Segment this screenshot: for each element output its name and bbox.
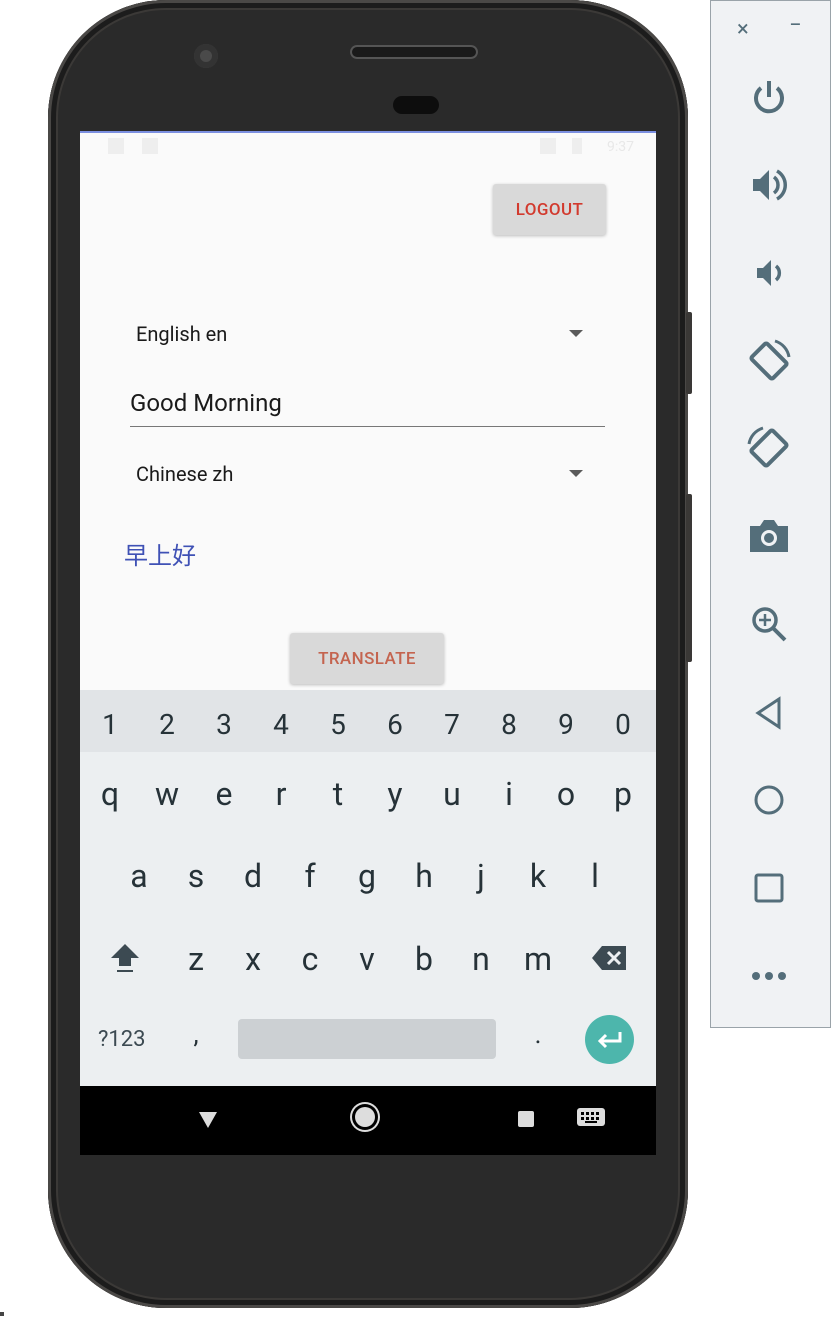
keyboard-icon: [581, 1112, 599, 1123]
comma-key[interactable]: ,: [176, 1020, 216, 1050]
key-m[interactable]: m: [518, 940, 558, 978]
key-2[interactable]: 2: [147, 708, 187, 741]
key-a[interactable]: a: [119, 857, 159, 895]
overview-icon[interactable]: [743, 862, 795, 914]
source-language-label: English en: [136, 322, 228, 346]
keyboard-switch-icon[interactable]: [577, 1108, 605, 1126]
enter-icon: [597, 1031, 621, 1048]
key-t[interactable]: t: [318, 775, 358, 813]
shift-key[interactable]: [105, 940, 145, 982]
key-u[interactable]: u: [432, 775, 472, 813]
volume-side-button: [686, 494, 692, 662]
key-5[interactable]: 5: [318, 708, 358, 741]
power-icon[interactable]: [743, 72, 795, 124]
target-language-label: Chinese zh: [136, 462, 234, 486]
key-e[interactable]: e: [204, 775, 244, 813]
sd-card-status-icon: [142, 138, 158, 154]
key-d[interactable]: d: [233, 857, 273, 895]
key-6[interactable]: 6: [375, 708, 415, 741]
soft-keyboard: 1 2 3 4 5 6 7 8 9 0 q w e r t y u i o p …: [80, 690, 656, 1086]
key-n[interactable]: n: [461, 940, 501, 978]
nav-home-icon[interactable]: [355, 1107, 375, 1127]
emulator-control-panel: × −: [710, 0, 831, 1028]
translated-text: 早上好: [124, 542, 196, 570]
period-key[interactable]: .: [518, 1020, 558, 1050]
key-p[interactable]: p: [603, 775, 643, 813]
key-k[interactable]: k: [518, 857, 558, 895]
key-f[interactable]: f: [290, 857, 330, 895]
dropdown-arrow-icon: [569, 470, 583, 477]
logout-button[interactable]: LOGOUT: [493, 184, 606, 235]
key-x[interactable]: x: [233, 940, 273, 978]
key-b[interactable]: b: [404, 940, 444, 978]
battery-status-icon: [572, 138, 582, 154]
minimize-emulator-button[interactable]: −: [789, 13, 802, 38]
power-side-button: [686, 312, 692, 394]
key-v[interactable]: v: [347, 940, 387, 978]
key-1[interactable]: 1: [90, 708, 130, 741]
rotate-left-icon[interactable]: [743, 335, 795, 387]
corner-mark: [0, 1312, 4, 1316]
nav-recents-icon[interactable]: [518, 1111, 534, 1127]
space-bar[interactable]: [238, 1019, 496, 1059]
home-icon[interactable]: [743, 774, 795, 826]
more-icon[interactable]: [743, 950, 795, 1002]
input-text: Good Morning: [130, 389, 282, 417]
key-c[interactable]: c: [290, 940, 330, 978]
key-7[interactable]: 7: [432, 708, 472, 741]
key-y[interactable]: y: [375, 775, 415, 813]
key-o[interactable]: o: [546, 775, 586, 813]
key-q[interactable]: q: [90, 775, 130, 813]
key-s[interactable]: s: [176, 857, 216, 895]
volume-up-icon[interactable]: [743, 159, 795, 211]
front-camera: [194, 44, 218, 68]
backspace-key[interactable]: [590, 942, 630, 980]
input-underline: [130, 426, 605, 427]
back-icon[interactable]: [743, 687, 795, 739]
key-z[interactable]: z: [176, 940, 216, 978]
close-emulator-button[interactable]: ×: [737, 17, 749, 42]
navigation-bar: [80, 1086, 656, 1155]
key-0[interactable]: 0: [603, 708, 643, 741]
key-9[interactable]: 9: [546, 708, 586, 741]
status-bar: 9:37: [80, 133, 656, 159]
proximity-sensor: [393, 96, 439, 114]
key-j[interactable]: j: [461, 857, 501, 895]
key-g[interactable]: g: [347, 857, 387, 895]
status-time: 9:37: [607, 139, 634, 155]
key-r[interactable]: r: [261, 775, 301, 813]
translate-button[interactable]: TRANSLATE: [290, 633, 444, 684]
symbols-key[interactable]: ?123: [98, 1027, 146, 1052]
enter-key[interactable]: [585, 1015, 634, 1064]
key-4[interactable]: 4: [261, 708, 301, 741]
key-8[interactable]: 8: [489, 708, 529, 741]
settings-status-icon: [108, 138, 124, 154]
key-l[interactable]: l: [575, 857, 615, 895]
key-i[interactable]: i: [489, 775, 529, 813]
earpiece-speaker: [350, 45, 478, 59]
rotate-right-icon[interactable]: [743, 422, 795, 474]
signal-status-icon: [540, 138, 556, 154]
camera-icon[interactable]: [743, 510, 795, 562]
volume-down-icon[interactable]: [743, 247, 795, 299]
number-row: 1 2 3 4 5 6 7 8 9 0: [80, 690, 656, 752]
key-3[interactable]: 3: [204, 708, 244, 741]
key-h[interactable]: h: [404, 857, 444, 895]
device-screen: 9:37 LOGOUT English en Good Morning Chin…: [80, 131, 656, 1155]
shift-icon: [111, 944, 139, 972]
dropdown-arrow-icon: [569, 330, 583, 337]
backspace-icon: [592, 946, 626, 970]
nav-back-icon[interactable]: [199, 1112, 217, 1128]
key-w[interactable]: w: [147, 775, 187, 813]
zoom-icon[interactable]: [743, 598, 795, 650]
